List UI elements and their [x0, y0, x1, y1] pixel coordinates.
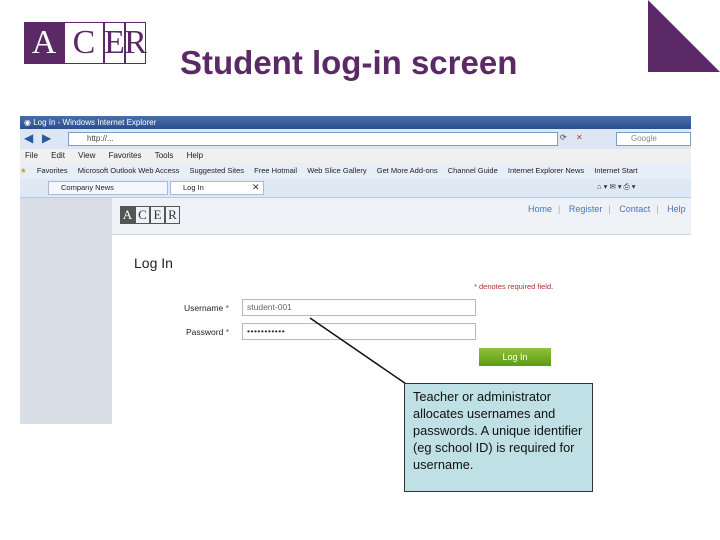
menu-help[interactable]: Help [187, 151, 203, 160]
nav-register[interactable]: Register [569, 204, 603, 214]
tab-log-in[interactable]: Log In [170, 181, 264, 195]
left-pane [20, 198, 112, 424]
required-note: * denotes required field. [474, 282, 554, 291]
required-mark: * [225, 327, 230, 337]
site-nav: Home | Register | Contact | Help [528, 204, 686, 214]
nav-contact[interactable]: Contact [619, 204, 650, 214]
window-title: Log In - Windows Internet Explorer [33, 118, 157, 127]
acer-logo: A C E R [24, 22, 147, 64]
menu-favorites[interactable]: Favorites [109, 151, 142, 160]
favorites-bar: ★ Favorites Microsoft Outlook Web Access… [20, 163, 691, 180]
search-input[interactable]: Google [616, 132, 691, 146]
password-input[interactable]: ••••••••••• [242, 323, 476, 340]
required-mark: * [225, 303, 229, 313]
favorite-link[interactable]: Internet Explorer News [508, 166, 584, 175]
site-logo: A C E R [120, 206, 180, 224]
menu-edit[interactable]: Edit [51, 151, 65, 160]
menu-file[interactable]: File [25, 151, 38, 160]
favorite-link[interactable]: Channel Guide [448, 166, 498, 175]
corner-triangle [648, 0, 720, 72]
favorite-link[interactable]: Free Hotmail [254, 166, 297, 175]
stop-icon[interactable]: ✕ [576, 133, 583, 142]
logo-letter-e: E [104, 22, 125, 64]
refresh-icon[interactable]: ⟳ [560, 133, 567, 142]
logo-letter-r: R [124, 22, 147, 64]
forward-icon[interactable]: ▶ [42, 131, 51, 145]
menu-view[interactable]: View [78, 151, 95, 160]
favorite-link[interactable]: Suggested Sites [189, 166, 244, 175]
favorite-link[interactable]: Internet Start [594, 166, 637, 175]
favorites-label[interactable]: Favorites [37, 166, 68, 175]
favorite-link[interactable]: Get More Add-ons [377, 166, 438, 175]
logo-letter-a: A [24, 22, 64, 64]
username-label: Username * [184, 303, 229, 313]
callout-box: Teacher or administrator allocates usern… [404, 383, 593, 492]
favorite-link[interactable]: Microsoft Outlook Web Access [78, 166, 180, 175]
toolbar-icons[interactable]: ⌂ ▾ ✉ ▾ ⎙ ▾ [597, 182, 636, 192]
site-logo-letter: C [135, 206, 150, 224]
username-label-text: Username [184, 303, 224, 313]
address-input[interactable]: http://... [68, 132, 558, 146]
ie-icon: ◉ [24, 118, 34, 127]
site-logo-letter: E [150, 206, 165, 224]
site-logo-letter: R [165, 206, 180, 224]
favorites-star-icon: ★ [20, 166, 27, 175]
login-heading: Log In [134, 255, 173, 271]
tab-company-news[interactable]: Company News [48, 181, 168, 195]
password-label: Password * [186, 327, 229, 337]
back-icon[interactable]: ◀ [24, 131, 33, 145]
window-title-bar: ◉ Log In - Windows Internet Explorer [20, 116, 691, 129]
slide-title: Student log-in screen [180, 44, 518, 81]
site-logo-letter: A [120, 206, 135, 224]
browser-screenshot: ◉ Log In - Windows Internet Explorer ◀ ▶… [20, 116, 691, 424]
login-button[interactable]: Log In [479, 348, 551, 366]
close-tab-icon[interactable]: ✕ [252, 182, 260, 193]
password-label-text: Password [186, 327, 224, 337]
logo-letter-c: C [64, 22, 104, 64]
nav-help[interactable]: Help [667, 204, 686, 214]
menu-bar: File Edit View Favorites Tools Help [20, 149, 691, 163]
menu-tools[interactable]: Tools [155, 151, 174, 160]
favorite-link[interactable]: Web Slice Gallery [307, 166, 366, 175]
username-input[interactable]: student-001 [242, 299, 476, 316]
nav-home[interactable]: Home [528, 204, 552, 214]
